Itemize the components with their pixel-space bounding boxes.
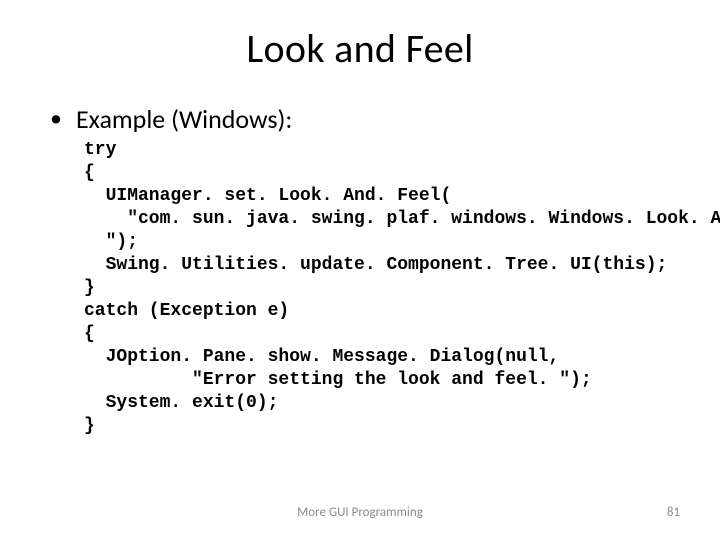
slide: Look and Feel • Example (Windows): try {… bbox=[0, 0, 720, 540]
bullet-item: • Example (Windows): bbox=[50, 103, 670, 135]
footer-text: More GUI Programming bbox=[0, 505, 720, 520]
code-block: try { UIManager. set. Look. And. Feel( "… bbox=[84, 139, 670, 438]
bullet-dot: • bbox=[50, 103, 62, 135]
bullet-text: Example (Windows): bbox=[76, 103, 292, 135]
page-number: 81 bbox=[667, 505, 680, 520]
slide-title: Look and Feel bbox=[50, 24, 670, 73]
